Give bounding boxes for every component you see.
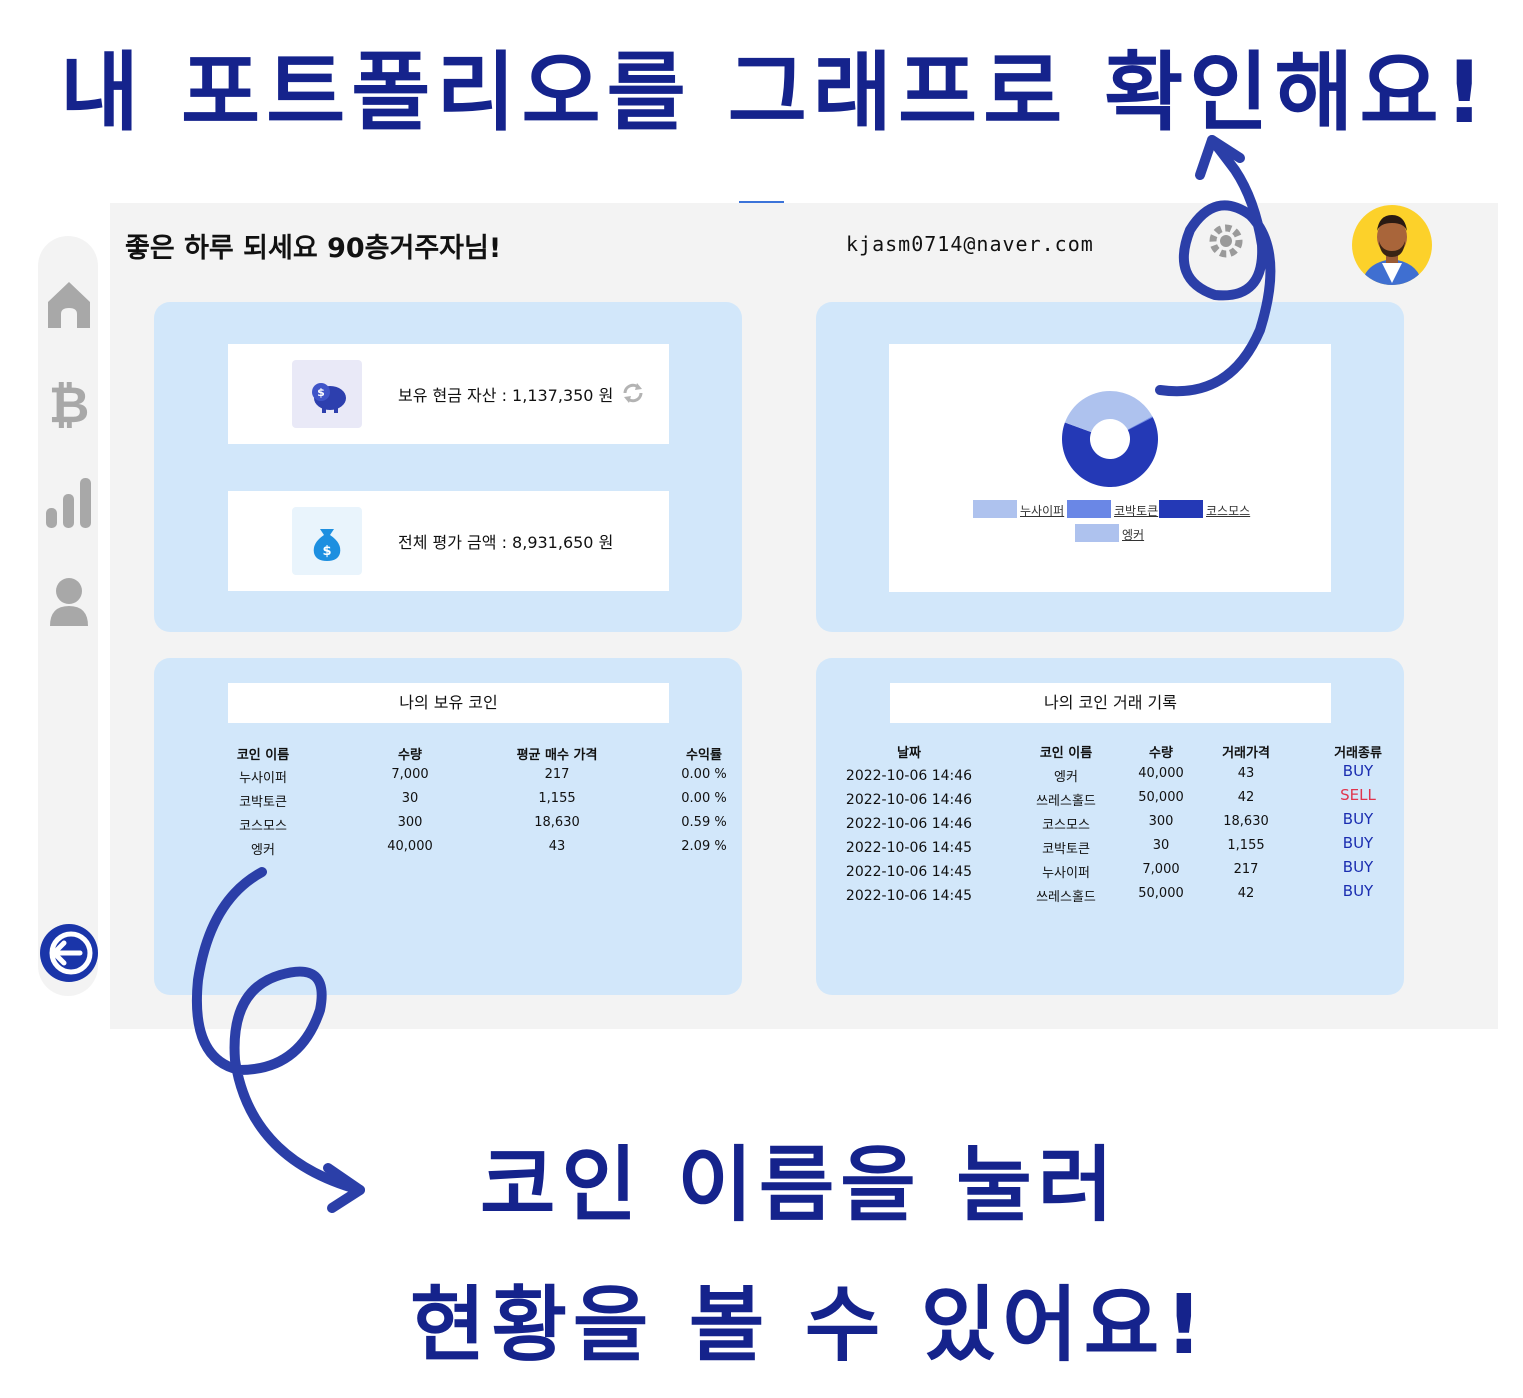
bitcoin-icon[interactable]: ₿ — [46, 376, 92, 434]
logout-button[interactable] — [40, 924, 98, 982]
svg-text:$: $ — [317, 386, 325, 399]
holding-cell: 30 — [401, 791, 419, 806]
history-cell: 42 — [1237, 886, 1255, 901]
history-cell: 50,000 — [1138, 886, 1184, 901]
piggy-bank-icon: $ — [292, 360, 362, 428]
user-email: kjasm0714@naver.com — [846, 232, 1094, 256]
history-cell: 42 — [1237, 790, 1255, 805]
legend-label: 엥커 — [1122, 528, 1145, 542]
holding-cell: 2.09 % — [681, 839, 727, 854]
holding-cell: 7,000 — [391, 767, 429, 782]
holding-cell: 43 — [548, 839, 566, 854]
history-cell: 코박토큰 — [1042, 842, 1090, 857]
history-cell: 7,000 — [1142, 862, 1180, 877]
holding-cell: 300 — [397, 815, 423, 830]
history-column-header: 거래종류 — [1334, 746, 1382, 761]
history-cell: 2022-10-06 14:46 — [845, 792, 973, 808]
history-title: 나의 코인 거래 기록 — [890, 683, 1331, 723]
history-cell: 50,000 — [1138, 790, 1184, 805]
history-cell: 40,000 — [1138, 766, 1184, 781]
legend-swatch — [1075, 524, 1119, 542]
sidebar: ₿ — [38, 236, 98, 996]
donut-slice-2[interactable] — [1062, 417, 1158, 487]
holdings-title: 나의 보유 코인 — [228, 683, 669, 723]
legend-label: 누사이퍼 — [1020, 504, 1065, 518]
history-panel: 나의 코인 거래 기록 날짜 코인 이름 수량 거래가격 거래종류 2022-10-06 … — [816, 658, 1404, 995]
history-cell: 2022-10-06 14:46 — [845, 816, 973, 832]
home-icon[interactable] — [46, 278, 92, 332]
top-accent-line — [739, 201, 784, 203]
evaluation-text: 전체 평가 금액 : 8,931,650 원 — [398, 533, 614, 552]
chart-panel: 누사이퍼 코박토큰 코스모스엥커 — [816, 302, 1404, 632]
legend-label: 코박토큰 — [1114, 504, 1159, 518]
buy-badge: BUY — [1342, 834, 1374, 852]
bar-chart-icon[interactable] — [46, 476, 92, 530]
headline-bottom-line1: 코인 이름을 눌러 — [480, 1138, 1120, 1233]
history-cell: 2022-10-06 14:45 — [845, 888, 973, 904]
headline-top: 내 포트폴리오를 그래프로 확인해요! — [60, 43, 1490, 143]
headline-bottom-line2: 현황을 볼 수 있어요! — [410, 1278, 1209, 1373]
svg-text:$: $ — [322, 544, 331, 559]
history-column-header: 코인 이름 — [1039, 746, 1093, 761]
history-cell: 쓰레스홀드 — [1036, 890, 1096, 905]
history-cell: 코스모스 — [1042, 818, 1090, 833]
legend-swatch — [973, 500, 1017, 518]
holdings-column-header: 수량 — [398, 748, 422, 763]
holding-cell: 40,000 — [387, 839, 433, 854]
holding-coin-name-link[interactable]: 누사이퍼 — [239, 767, 287, 786]
holdings-column-header: 코인 이름 — [236, 748, 290, 763]
user-icon[interactable] — [46, 574, 92, 628]
legend-label: 코스모스 — [1206, 504, 1251, 518]
legend-swatch — [1159, 500, 1203, 518]
portfolio-donut-chart — [1062, 391, 1158, 487]
history-cell: 300 — [1148, 814, 1174, 829]
history-cell: 30 — [1152, 838, 1170, 853]
holding-coin-name-link[interactable]: 엥커 — [251, 839, 275, 858]
holding-coin-name-link[interactable]: 코박토큰 — [239, 791, 287, 810]
avatar[interactable] — [1352, 205, 1432, 285]
history-cell: 1,155 — [1227, 838, 1265, 853]
holdings-column-header: 수익률 — [686, 748, 722, 763]
money-bag-icon: $ — [292, 507, 362, 575]
holding-coin-name-link[interactable]: 코스모스 — [239, 815, 287, 834]
holding-cell: 18,630 — [534, 815, 580, 830]
history-cell: 쓰레스홀드 — [1036, 794, 1096, 809]
greeting-text: 좋은 하루 되세요 90층거주자님! — [125, 233, 502, 264]
portfolio-chart-card: 누사이퍼 코박토큰 코스모스엥커 — [889, 344, 1331, 592]
buy-badge: BUY — [1342, 858, 1374, 876]
arrow-left-icon — [49, 931, 93, 975]
history-cell: 2022-10-06 14:46 — [845, 768, 973, 784]
holdings-column-header: 평균 매수 가격 — [516, 748, 598, 763]
holding-cell: 0.00 % — [681, 767, 727, 782]
buy-badge: BUY — [1342, 882, 1374, 900]
history-cell: 엥커 — [1054, 770, 1078, 785]
holdings-panel: 나의 보유 코인 코인 이름 수량 평균 매수 가격 수익률누사이퍼 7,000 217 0… — [154, 658, 742, 995]
evaluation-card: $ 전체 평가 금액 : 8,931,650 원 — [228, 491, 669, 591]
history-cell: 18,630 — [1223, 814, 1269, 829]
holding-cell: 1,155 — [538, 791, 576, 806]
history-cell: 43 — [1237, 766, 1255, 781]
assets-panel: $ 보유 현금 자산 : 1,137,350 원 $ 전체 평가 금액 : 8,… — [154, 302, 742, 632]
gear-icon[interactable] — [1205, 220, 1247, 262]
holding-cell: 0.59 % — [681, 815, 727, 830]
refresh-icon[interactable] — [620, 380, 646, 406]
history-column-header: 수량 — [1149, 746, 1173, 761]
history-column-header: 거래가격 — [1222, 746, 1270, 761]
history-cell: 217 — [1233, 862, 1259, 877]
holding-cell: 0.00 % — [681, 791, 727, 806]
holding-cell: 217 — [544, 767, 570, 782]
cash-asset-card: $ 보유 현금 자산 : 1,137,350 원 — [228, 344, 669, 444]
history-cell: 2022-10-06 14:45 — [845, 840, 973, 856]
buy-badge: BUY — [1342, 762, 1374, 780]
sell-badge: SELL — [1340, 786, 1376, 804]
svg-text:₿: ₿ — [49, 376, 90, 430]
buy-badge: BUY — [1342, 810, 1374, 828]
history-cell: 2022-10-06 14:45 — [845, 864, 973, 880]
history-column-header: 날짜 — [897, 746, 921, 761]
history-cell: 누사이퍼 — [1042, 866, 1090, 881]
legend-swatch — [1067, 500, 1111, 518]
cash-asset-text: 보유 현금 자산 : 1,137,350 원 — [398, 386, 614, 405]
